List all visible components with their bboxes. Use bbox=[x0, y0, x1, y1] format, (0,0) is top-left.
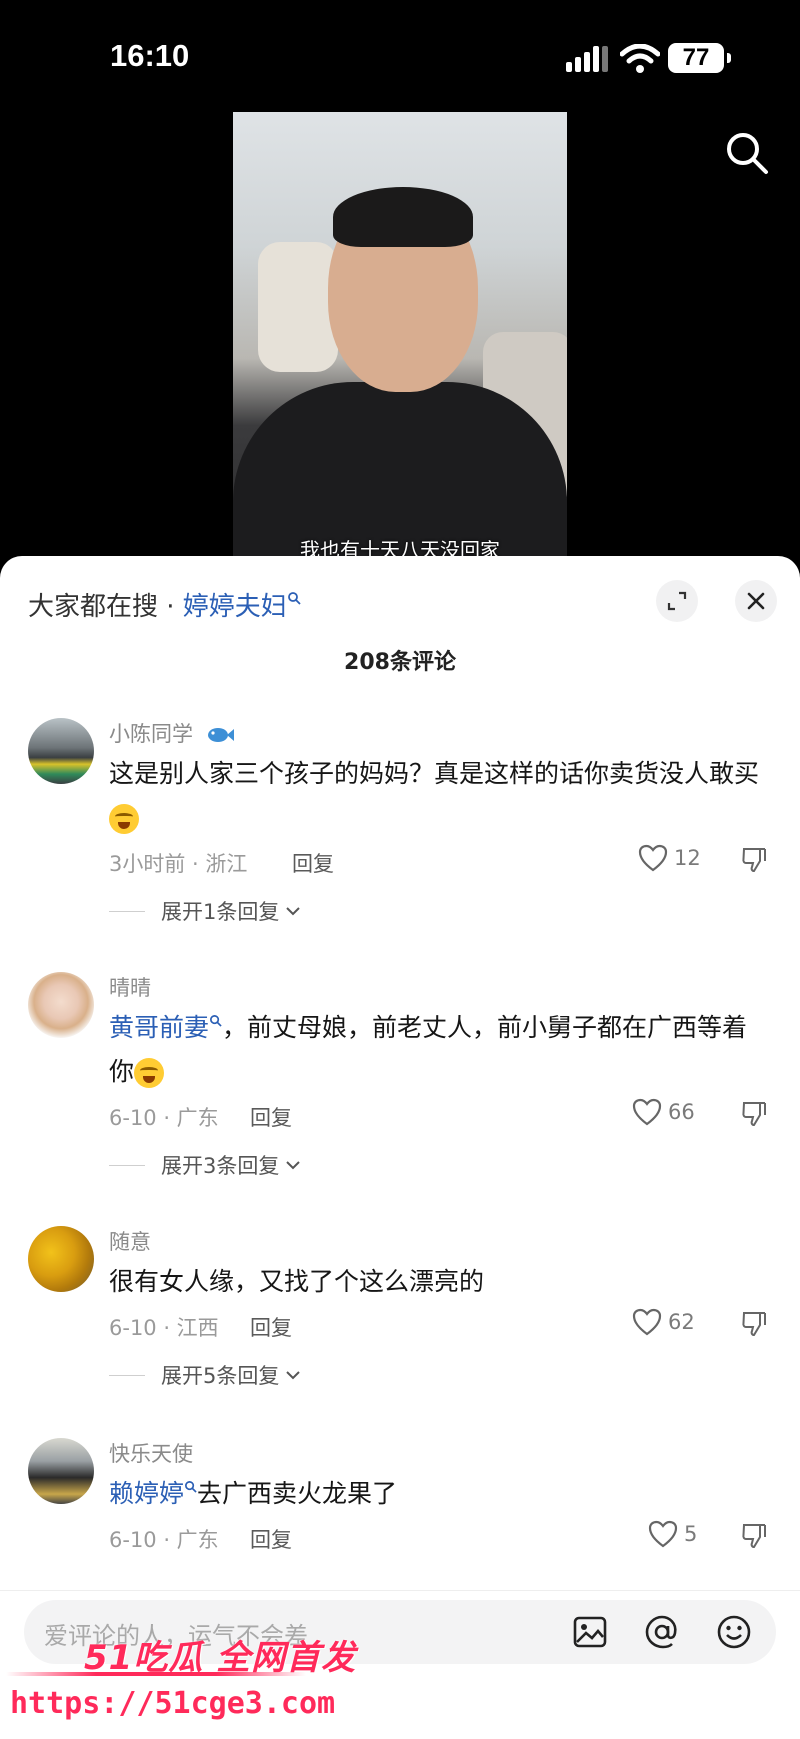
hot-search-bar[interactable]: 大家都在搜 · 婷婷夫妇 bbox=[28, 586, 301, 623]
comment-item: 快乐天使 赖婷婷 去广西卖火龙果了 6-10 · 广东 回复 5 bbox=[0, 1438, 800, 1578]
comment-time-location: 3小时前 · 浙江 bbox=[109, 852, 248, 876]
like-count: 66 bbox=[668, 1100, 695, 1124]
hot-search-term[interactable]: 婷婷夫妇 bbox=[183, 592, 287, 622]
crying-laughing-emoji-icon bbox=[109, 804, 139, 834]
like-count: 5 bbox=[684, 1522, 698, 1546]
expand-replies-button[interactable]: 展开3条回复 bbox=[109, 1150, 301, 1180]
comment-count: 208条评论 bbox=[344, 650, 456, 675]
like-button[interactable]: 66 bbox=[632, 1098, 695, 1126]
chevron-down-icon bbox=[286, 1161, 301, 1170]
video-player[interactable]: 我也有十天八天没回家 bbox=[233, 112, 567, 560]
expand-replies-label: 展开5条回复 bbox=[161, 1364, 280, 1388]
dislike-icon[interactable] bbox=[740, 1310, 768, 1338]
watermark-url: https://51cge3.com bbox=[10, 1686, 336, 1721]
close-button[interactable] bbox=[735, 580, 777, 622]
comment-text: 黄哥前妻 ，前丈母娘，前老丈人，前小舅子都在广西等着你 bbox=[109, 1006, 769, 1094]
reply-button[interactable]: 回复 bbox=[250, 1312, 292, 1342]
comment-username[interactable]: 随意 bbox=[109, 1226, 151, 1256]
chevron-down-icon bbox=[286, 1371, 301, 1380]
input-divider bbox=[0, 1590, 800, 1591]
avatar[interactable] bbox=[28, 718, 94, 784]
divider bbox=[109, 1374, 145, 1376]
like-count: 62 bbox=[668, 1310, 695, 1334]
dislike-icon[interactable] bbox=[740, 1522, 768, 1550]
expand-icon bbox=[667, 591, 687, 611]
expand-replies-label: 展开1条回复 bbox=[161, 900, 280, 924]
comment-time-location: 6-10 · 广东 bbox=[109, 1106, 219, 1130]
expand-replies-button[interactable]: 展开1条回复 bbox=[109, 896, 301, 926]
person-hair bbox=[333, 187, 473, 247]
battery-indicator: 77 bbox=[668, 43, 731, 73]
chevron-down-icon bbox=[286, 907, 301, 916]
comment-time-location: 6-10 · 广东 bbox=[109, 1528, 219, 1552]
like-button[interactable]: 5 bbox=[648, 1520, 697, 1548]
crying-laughing-emoji-icon bbox=[134, 1058, 165, 1088]
heart-icon bbox=[632, 1308, 662, 1336]
comment-body: 很有女人缘，又找了个这么漂亮的 bbox=[109, 1267, 485, 1296]
car-headrest bbox=[258, 242, 338, 372]
like-count: 12 bbox=[674, 846, 701, 870]
reply-button[interactable]: 回复 bbox=[292, 848, 334, 878]
divider bbox=[109, 910, 145, 912]
image-icon[interactable] bbox=[572, 1614, 608, 1650]
comment-text: 赖婷婷 去广西卖火龙果了 bbox=[109, 1472, 769, 1516]
search-icon[interactable] bbox=[724, 130, 770, 176]
emoji-icon[interactable] bbox=[716, 1614, 752, 1650]
divider bbox=[109, 1164, 145, 1166]
wifi-icon bbox=[620, 44, 660, 73]
heart-icon bbox=[632, 1098, 662, 1126]
comment-text: 这是别人家三个孩子的妈妈？真是这样的话你卖货没人敢买 bbox=[109, 752, 769, 840]
avatar[interactable] bbox=[28, 1226, 94, 1292]
reply-button[interactable]: 回复 bbox=[250, 1524, 292, 1554]
comment-body: 去广西卖火龙果了 bbox=[197, 1479, 398, 1508]
cellular-signal-icon bbox=[566, 46, 608, 72]
expand-replies-button[interactable]: 展开5条回复 bbox=[109, 1360, 301, 1390]
status-time: 16:10 bbox=[110, 38, 190, 73]
comment-username[interactable]: 快乐天使 bbox=[109, 1438, 193, 1468]
comment-username[interactable]: 小陈同学 bbox=[109, 718, 234, 748]
search-small-icon bbox=[210, 1014, 222, 1027]
heart-icon bbox=[638, 844, 668, 872]
comment-username[interactable]: 晴晴 bbox=[109, 972, 151, 1002]
fish-badge-icon bbox=[207, 728, 234, 742]
username-text: 小陈同学 bbox=[109, 722, 193, 746]
dislike-icon[interactable] bbox=[740, 846, 768, 874]
at-mention-icon[interactable] bbox=[644, 1614, 680, 1650]
avatar[interactable] bbox=[28, 972, 94, 1038]
comment-body: 这是别人家三个孩子的妈妈？真是这样的话你卖货没人敢买 bbox=[109, 759, 760, 788]
search-small-icon bbox=[185, 1480, 197, 1493]
avatar[interactable] bbox=[28, 1438, 94, 1504]
hot-search-prefix: 大家都在搜 · bbox=[28, 592, 183, 622]
comment-sheet: 大家都在搜 · 婷婷夫妇 208条评论 小陈同学 这是别人家三个孩子的妈妈？真是… bbox=[0, 556, 800, 1739]
expand-replies-label: 展开3条回复 bbox=[161, 1154, 280, 1178]
search-small-icon bbox=[287, 592, 301, 605]
close-icon bbox=[747, 592, 765, 610]
mention-link[interactable]: 赖婷婷 bbox=[109, 1479, 184, 1508]
comment-item: 小陈同学 这是别人家三个孩子的妈妈？真是这样的话你卖货没人敢买 3小时前 · 浙… bbox=[0, 718, 800, 958]
reply-button[interactable]: 回复 bbox=[250, 1102, 292, 1132]
like-button[interactable]: 62 bbox=[632, 1308, 695, 1336]
comment-item: 随意 很有女人缘，又找了个这么漂亮的 6-10 · 江西 回复 62 展开5条回… bbox=[0, 1226, 800, 1426]
expand-fullscreen-button[interactable] bbox=[656, 580, 698, 622]
comment-time-location: 6-10 · 江西 bbox=[109, 1316, 219, 1340]
watermark-underline bbox=[6, 1672, 306, 1676]
mention-link[interactable]: 黄哥前妻 bbox=[109, 1013, 209, 1042]
comment-sheet-header: 大家都在搜 · 婷婷夫妇 208条评论 bbox=[0, 556, 800, 676]
status-bar: 16:10 77 bbox=[0, 0, 800, 110]
comment-item: 晴晴 黄哥前妻 ，前丈母娘，前老丈人，前小舅子都在广西等着你 6-10 · 广东 … bbox=[0, 972, 800, 1212]
like-button[interactable]: 12 bbox=[638, 844, 701, 872]
heart-icon bbox=[648, 1520, 678, 1548]
comment-text: 很有女人缘，又找了个这么漂亮的 bbox=[109, 1260, 769, 1304]
dislike-icon[interactable] bbox=[740, 1100, 768, 1128]
